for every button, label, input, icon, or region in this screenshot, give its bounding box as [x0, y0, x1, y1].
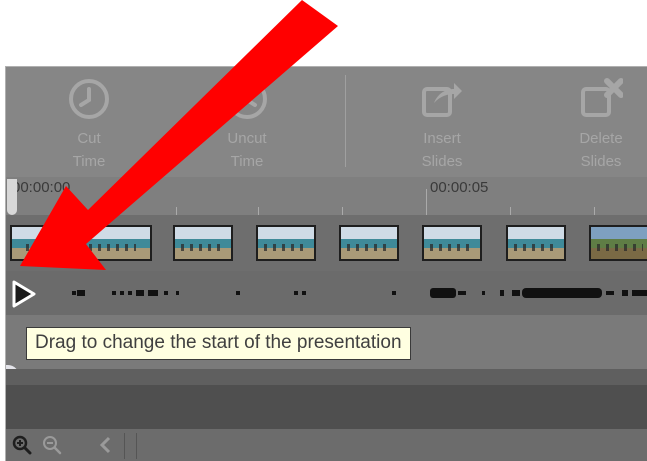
- clock-icon: [69, 79, 109, 119]
- slide-thumbnail[interactable]: [256, 225, 316, 261]
- start-handle-tooltip: Drag to change the start of the presenta…: [26, 327, 411, 360]
- toolbar-separator: [345, 75, 346, 167]
- slide-thumbnail[interactable]: [10, 225, 152, 261]
- ruler-tick: [176, 207, 177, 215]
- insert-slides-label-line2: Slides: [421, 153, 463, 170]
- zoom-in-icon[interactable]: [12, 435, 32, 455]
- uncut-time-label-line2: Time: [230, 153, 264, 170]
- slide-thumbnail-strip: [6, 215, 647, 271]
- screenshot-stage: Cut Time Uncut Time Insert Slides Delete…: [0, 0, 647, 461]
- presentation-start-handle-top[interactable]: [7, 179, 17, 215]
- audio-track[interactable]: [6, 271, 647, 315]
- zoom-out-icon[interactable]: [42, 435, 62, 455]
- timeline-editor-panel: Cut Time Uncut Time Insert Slides Delete…: [5, 66, 647, 461]
- slide-thumbnail[interactable]: [506, 225, 566, 261]
- cut-time-button[interactable]: Cut Time: [44, 77, 134, 177]
- chevron-left-icon[interactable]: [96, 435, 116, 455]
- delete-slide-icon: [581, 78, 623, 117]
- uncut-time-label-line1: Uncut: [227, 130, 267, 147]
- timeline-track: [6, 385, 647, 429]
- zoom-toolbar: [6, 429, 647, 461]
- ruler-tick: [594, 207, 595, 215]
- audio-waveform: [72, 288, 647, 298]
- slide-thumbnail[interactable]: [589, 225, 647, 261]
- time-label-5s: 00:00:05: [430, 179, 489, 196]
- cut-time-label-line1: Cut: [77, 130, 101, 147]
- delete-slides-button[interactable]: Delete Slides: [556, 77, 646, 177]
- delete-slides-label-line2: Slides: [580, 153, 622, 170]
- delete-slides-label-line1: Delete: [579, 130, 623, 147]
- insert-slides-button[interactable]: Insert Slides: [397, 77, 487, 177]
- cut-time-label-line2: Time: [72, 153, 106, 170]
- ruler-tick: [510, 207, 511, 215]
- slide-thumbnail[interactable]: [422, 225, 482, 261]
- zoom-separator: [124, 433, 125, 459]
- slide-thumbnail[interactable]: [339, 225, 399, 261]
- play-icon[interactable]: [10, 279, 38, 309]
- time-label-start: 00:00:00: [12, 179, 71, 196]
- zoom-separator: [136, 433, 137, 459]
- insert-slides-label-line1: Insert: [423, 130, 461, 147]
- ruler-tick: [258, 207, 259, 215]
- slide-thumbnail[interactable]: [173, 225, 233, 261]
- ruler-tick: [342, 207, 343, 215]
- timeline-track: Drag to change the start of the presenta…: [6, 315, 647, 369]
- timeline-track: [6, 369, 647, 385]
- ruler-tick: [92, 207, 93, 215]
- time-ruler[interactable]: 00:00:00 00:00:05: [6, 177, 647, 215]
- insert-slide-icon: [422, 83, 462, 117]
- editor-toolbar: Cut Time Uncut Time Insert Slides Delete…: [6, 67, 647, 177]
- clock-undo-icon: [227, 79, 267, 119]
- uncut-time-button[interactable]: Uncut Time: [202, 77, 292, 177]
- ruler-tick-major: [426, 189, 427, 215]
